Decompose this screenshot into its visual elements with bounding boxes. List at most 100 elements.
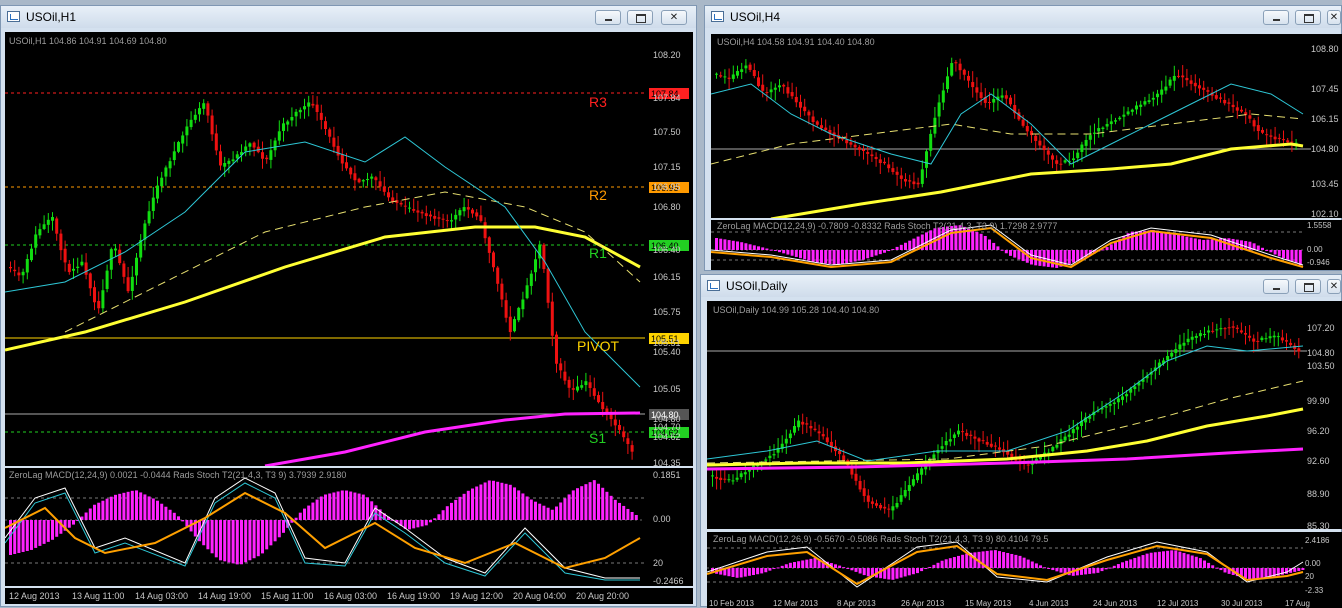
titlebar-h4[interactable]: USOil,H4	[705, 6, 1341, 28]
price-tick: 107.20	[1307, 323, 1335, 333]
minimize-button[interactable]	[1263, 10, 1289, 25]
candle-body	[227, 160, 231, 164]
macd-histogram-bar	[597, 483, 600, 520]
macd-histogram-bar	[235, 520, 239, 565]
close-button[interactable]	[1327, 10, 1341, 25]
macd-histogram-bar	[252, 520, 256, 559]
candle-body	[1170, 352, 1174, 357]
candle-body	[51, 217, 54, 221]
candle-body	[807, 111, 811, 116]
macd-histogram-bar	[34, 520, 38, 548]
candle-body	[979, 92, 983, 98]
candle-body	[946, 76, 949, 90]
candle-body	[1282, 139, 1285, 141]
macd-histogram-bar	[1145, 553, 1149, 568]
candle-body	[513, 319, 516, 332]
stoch-main-line	[711, 224, 1304, 266]
candle-body	[38, 229, 42, 236]
macd-histogram-bar	[820, 250, 823, 263]
indicator-chart-daily[interactable]: ZeroLag MACD(12,26,9) -0.5670 -0.5086 Ra…	[707, 532, 1342, 598]
macd-histogram-bar	[874, 250, 878, 256]
macd-histogram-bar	[240, 520, 243, 565]
ind-axis-zero: 0.00	[653, 514, 671, 524]
close-button[interactable]	[661, 10, 687, 25]
macd-histogram-bar	[277, 520, 281, 538]
candle-body	[462, 207, 466, 212]
close-button[interactable]	[1327, 279, 1341, 294]
macd-histogram-bar	[768, 568, 772, 571]
level-r3-label: R3	[589, 94, 607, 110]
macd-histogram-bar	[1206, 239, 1210, 250]
candle-body	[786, 87, 790, 94]
candle-body	[723, 478, 727, 480]
maximize-button[interactable]	[1295, 10, 1321, 25]
minimize-button[interactable]	[595, 10, 621, 25]
candle-body	[84, 262, 88, 275]
candle-body	[563, 371, 567, 381]
macd-histogram-bar	[1047, 568, 1051, 569]
candle-body	[1290, 141, 1294, 143]
macd-histogram-bar	[824, 250, 828, 264]
candle-body	[479, 215, 483, 221]
macd-histogram-bar	[466, 490, 470, 520]
indicator-chart-h1[interactable]: ZeroLag MACD(12,24,9) 0.0021 -0.0444 Rad…	[5, 468, 693, 586]
titlebar-daily[interactable]: USOil,Daily	[701, 275, 1341, 297]
macd-histogram-bar	[282, 520, 285, 533]
macd-histogram-bar	[1130, 231, 1134, 250]
candle-body	[1181, 75, 1185, 78]
macd-histogram-bar	[336, 491, 340, 520]
macd-histogram-bar	[993, 550, 997, 568]
candle-body	[853, 144, 857, 148]
minimize-button[interactable]	[1263, 279, 1289, 294]
price-chart-h4[interactable]: USOil,H4 104.58 104.91 104.40 104.80 108…	[711, 34, 1342, 218]
candle-body	[1118, 117, 1122, 120]
macd-histogram-bar	[780, 565, 784, 568]
macd-histogram-bar	[1051, 568, 1055, 571]
candle-body	[903, 490, 907, 497]
candle-body	[534, 259, 537, 273]
candle-body	[307, 102, 311, 107]
macd-histogram-bar	[584, 484, 588, 520]
macd-histogram-bar	[862, 568, 866, 576]
macd-histogram-bar	[1105, 247, 1109, 250]
macd-histogram-bar	[500, 482, 504, 520]
candle-body	[1010, 453, 1014, 458]
price-chart-h1[interactable]: 107.84 106.95 106.40 105.51 104.80 104.62 USO…	[5, 32, 693, 466]
candle-body	[958, 63, 962, 71]
candle-body	[1075, 426, 1079, 430]
maximize-button[interactable]	[1295, 279, 1321, 294]
level-pivot-label: PIVOT	[577, 338, 620, 354]
macd-histogram-bar	[328, 493, 332, 520]
macd-histogram-bar	[546, 507, 550, 520]
macd-histogram-bar	[1285, 568, 1288, 574]
macd-histogram-bar	[784, 564, 788, 568]
macd-histogram-bar	[740, 242, 744, 250]
candle-body	[445, 220, 449, 222]
macd-histogram-bar	[793, 562, 796, 568]
macd-histogram-bar	[878, 250, 882, 255]
titlebar-h1[interactable]: USOil,H1	[1, 6, 696, 28]
macd-histogram-bar	[416, 520, 420, 528]
macd-histogram-bar	[813, 558, 817, 568]
macd-histogram-bar	[550, 509, 554, 520]
price-chart-daily[interactable]: USOil,Daily 104.99 105.28 104.40 104.80 …	[707, 301, 1342, 529]
price-tick: 104.80	[1311, 144, 1339, 154]
candle-body	[801, 421, 805, 425]
macd-histogram-bar	[1264, 568, 1268, 578]
indicator-chart-h4[interactable]: ZeroLag MACD(12,24,9) -0.7809 -0.8332 Ra…	[711, 220, 1342, 270]
symbol-info: USOil,H1 104.86 104.91 104.69 104.80	[9, 36, 167, 46]
macd-histogram-bar	[601, 487, 605, 520]
macd-histogram-bar	[1017, 250, 1021, 260]
candle-body	[1063, 436, 1067, 441]
candle-body	[151, 197, 155, 211]
candle-body	[437, 217, 441, 219]
candle-body	[973, 436, 977, 439]
candle-body	[298, 109, 302, 113]
macd-histogram-bar	[1256, 245, 1260, 250]
macd-histogram-bar	[534, 501, 537, 520]
candle-body	[899, 495, 903, 502]
maximize-button[interactable]	[627, 10, 653, 25]
macd-histogram-bar	[899, 244, 903, 250]
stoch-main-line	[5, 477, 640, 579]
candle-body	[244, 146, 248, 151]
